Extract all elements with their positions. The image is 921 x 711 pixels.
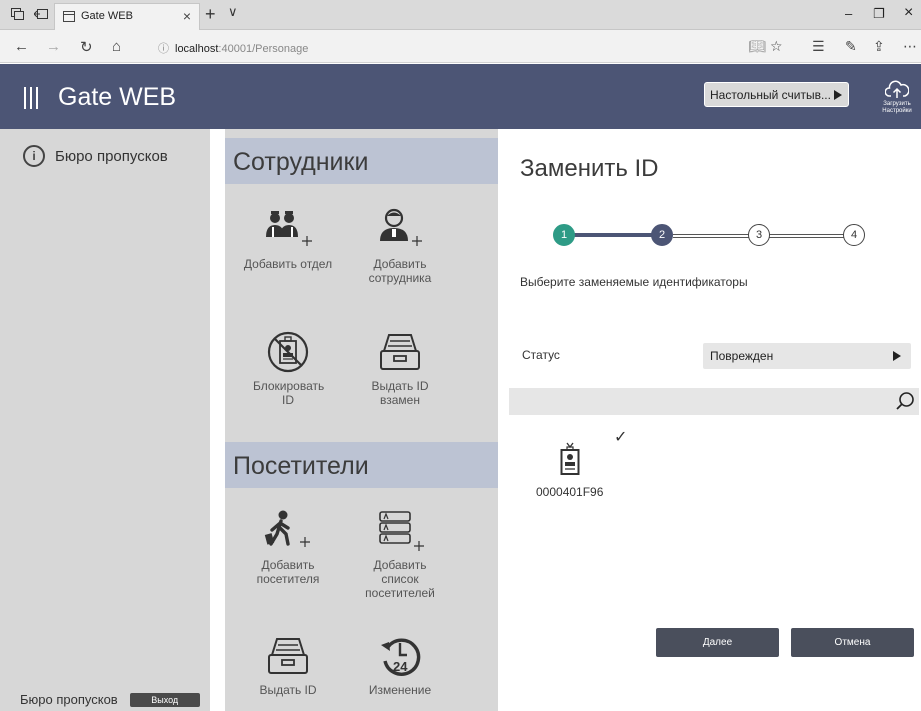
more-options-icon[interactable]: ⋯ xyxy=(903,38,917,55)
tile-add-department[interactable]: Добавить отдел xyxy=(233,203,343,271)
sidebar-item-pass-office[interactable]: i Бюро пропусков xyxy=(23,145,168,167)
svg-text:24: 24 xyxy=(393,659,408,674)
add-visitor-list-icon xyxy=(379,511,424,551)
dropdown-arrow-icon xyxy=(893,351,901,361)
step-2: 2 xyxy=(651,224,673,246)
tab-title: Gate WEB xyxy=(81,10,133,22)
issue-id-icon xyxy=(268,638,308,674)
card-number: 0000401F96 xyxy=(536,485,604,499)
tile-label: Добавить посетителя xyxy=(256,558,320,586)
id-card-item[interactable]: ✓ 0000401F96 xyxy=(536,429,627,505)
upload-label-1: Загрузить xyxy=(883,101,911,107)
cancel-button[interactable]: Отмена xyxy=(791,628,914,657)
reader-label: Настольный считыв... xyxy=(710,88,831,102)
group-header-visitors: Посетители xyxy=(225,442,498,488)
new-tab-button[interactable]: + xyxy=(205,4,216,25)
share-icon[interactable]: ⇪ xyxy=(873,38,885,55)
replace-id-panel: Заменить ID 1 2 3 4 Выберите заменяемые … xyxy=(498,129,921,711)
minimize-button[interactable]: – xyxy=(845,6,852,21)
id-badge-icon xyxy=(560,442,580,481)
tiles-panel: Сотрудники Добавить отдел Добавить сотру… xyxy=(210,129,498,711)
refresh-icon[interactable]: ↻ xyxy=(80,38,93,56)
tile-label: Выдать ID xyxy=(259,683,317,697)
tab-list-chevron-icon[interactable]: ∨ xyxy=(228,4,238,20)
status-label: Статус xyxy=(522,348,560,362)
browser-tab[interactable]: Gate WEB × xyxy=(54,3,200,30)
panel-title: Заменить ID xyxy=(520,155,659,182)
menu-icon[interactable] xyxy=(24,87,38,109)
web-note-pen-icon[interactable]: ✎ xyxy=(845,38,857,55)
tile-label: Выдать ID взамен xyxy=(371,379,429,407)
home-icon[interactable]: ⌂ xyxy=(112,38,121,55)
forward-arrow-icon[interactable]: → xyxy=(46,38,61,55)
tile-label: Добавить список посетителей xyxy=(365,558,435,600)
instruction-text: Выберите заменяемые идентификаторы xyxy=(520,275,748,289)
status-select[interactable]: Поврежден xyxy=(703,343,911,369)
group-title-employees: Сотрудники xyxy=(233,148,369,176)
tab-close-icon[interactable]: × xyxy=(183,8,191,24)
add-department-icon xyxy=(266,211,312,246)
search-bar xyxy=(509,388,919,415)
group-title-visitors: Посетители xyxy=(233,452,369,480)
change-history-icon: 24 xyxy=(381,638,421,676)
sidebar-footer: Бюро пропусков Выход xyxy=(20,692,200,707)
tile-add-visitor[interactable]: Добавить посетителя xyxy=(233,504,343,586)
upload-label-2: Настройки xyxy=(882,108,912,114)
tile-issue-replacement-id[interactable]: Выдать ID взамен xyxy=(345,325,455,407)
sidebar-item-label: Бюро пропусков xyxy=(55,147,168,165)
tile-issue-id[interactable]: Выдать ID xyxy=(233,629,343,697)
add-visitor-icon xyxy=(264,510,310,547)
tile-label: Добавить сотрудника xyxy=(368,257,432,285)
browser-tab-bar: Gate WEB × + ∨ – ❐ × xyxy=(0,0,921,30)
site-info-icon[interactable]: ⓘ xyxy=(158,43,169,55)
current-user-label: Бюро пропусков xyxy=(20,692,118,707)
app-title: Gate WEB xyxy=(58,83,177,111)
back-arrow-icon[interactable]: ← xyxy=(14,38,29,55)
reading-view-icon[interactable]: 📖︎ xyxy=(748,38,766,55)
tile-change-history[interactable]: 24 Изменение xyxy=(345,629,455,697)
step-1: 1 xyxy=(553,224,575,246)
search-input[interactable] xyxy=(509,388,889,415)
address-bar: ← → ↻ ⌂ ⓘ localhost:40001/Personage 📖︎ ☆ … xyxy=(0,30,921,63)
step-connector xyxy=(766,234,850,238)
step-3: 3 xyxy=(748,224,770,246)
play-arrow-icon xyxy=(834,90,842,100)
step-4: 4 xyxy=(843,224,865,246)
window-close-button[interactable]: × xyxy=(904,4,913,22)
add-employee-icon xyxy=(380,208,422,246)
tile-label: Добавить отдел xyxy=(243,257,333,271)
reader-select-button[interactable]: Настольный считыв... xyxy=(704,82,849,107)
maximize-button[interactable]: ❐ xyxy=(873,6,885,22)
app-header: Gate WEB Настольный считыв... Загрузить … xyxy=(0,64,921,129)
cloud-upload-icon xyxy=(885,80,909,98)
upload-settings-button[interactable]: Загрузить Настройки xyxy=(876,80,918,120)
url-host: localhost xyxy=(175,43,219,55)
page-icon xyxy=(63,11,75,22)
group-header-employees: Сотрудники xyxy=(225,138,498,184)
status-value: Поврежден xyxy=(710,349,774,363)
exit-button[interactable]: Выход xyxy=(129,692,200,707)
next-button[interactable]: Далее xyxy=(656,628,779,657)
set-aside-tabs-icon[interactable] xyxy=(34,7,48,21)
favorites-hub-icon[interactable]: ☰ xyxy=(812,38,825,55)
search-icon[interactable] xyxy=(895,391,915,416)
tile-add-employee[interactable]: Добавить сотрудника xyxy=(345,203,455,285)
url-path: :40001/Personage xyxy=(218,43,309,55)
tile-block-id[interactable]: Блокировать ID xyxy=(233,325,343,407)
wizard-stepper: 1 2 3 4 xyxy=(553,224,873,246)
favorite-star-icon[interactable]: ☆ xyxy=(770,38,783,55)
issue-replacement-id-icon xyxy=(380,334,420,370)
checkmark-icon: ✓ xyxy=(614,429,628,446)
step-connector xyxy=(673,234,755,238)
block-id-icon xyxy=(267,331,309,373)
url-field[interactable]: ⓘ localhost:40001/Personage xyxy=(158,40,308,56)
tile-label: Изменение xyxy=(368,683,432,697)
sidebar: i Бюро пропусков Бюро пропусков Выход xyxy=(0,129,210,711)
tile-label: Блокировать ID xyxy=(253,379,325,407)
info-badge-icon: i xyxy=(23,145,45,167)
tile-add-visitor-list[interactable]: Добавить список посетителей xyxy=(345,504,455,600)
tab-actions-icon[interactable] xyxy=(10,7,24,21)
